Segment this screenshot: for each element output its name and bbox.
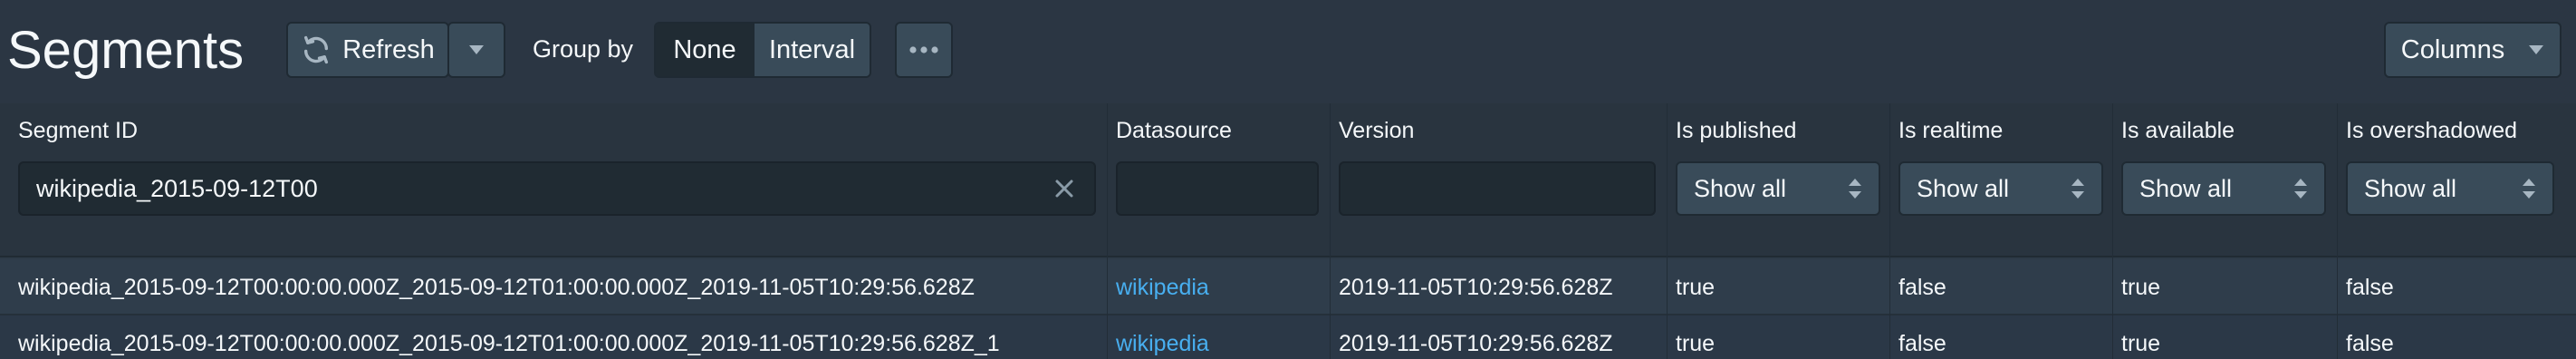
select-arrows-icon (2071, 177, 2085, 200)
refresh-icon (301, 34, 332, 65)
column-header-is-overshadowed[interactable]: Is overshadowed (2346, 116, 2517, 145)
column-header-datasource[interactable]: Datasource (1116, 116, 1232, 145)
refresh-options-button[interactable] (447, 22, 505, 78)
is-overshadowed-cell: false (2346, 331, 2394, 356)
group-by-toggle: None Interval (654, 22, 871, 78)
column-header-version[interactable]: Version (1339, 116, 1414, 145)
is-available-filter-select[interactable]: Show all (2121, 161, 2326, 216)
group-by-none-button[interactable]: None (656, 24, 754, 76)
column-divider[interactable] (1667, 103, 1668, 359)
select-arrows-icon (1848, 177, 1862, 200)
is-published-cell: true (1676, 331, 1716, 356)
caret-down-icon (2528, 44, 2544, 55)
select-arrows-icon (2293, 177, 2308, 200)
is-realtime-filter-value: Show all (1917, 174, 2010, 202)
segment-id-cell: wikipedia_2015-09-12T00:00:00.000Z_2015-… (18, 331, 1000, 356)
more-actions-button[interactable] (895, 22, 953, 78)
is-published-cell: true (1676, 275, 1716, 300)
page-title: Segments (7, 21, 245, 80)
segments-table: Segment ID Datasource Version Is publish… (0, 103, 2576, 359)
column-header-segment-id[interactable]: Segment ID (18, 116, 138, 145)
version-cell: 2019-11-05T10:29:56.628Z (1339, 275, 1613, 300)
datasource-filter-input[interactable] (1116, 161, 1319, 216)
select-arrows-icon (2522, 177, 2536, 200)
segment-id-filter-value: wikipedia_2015-09-12T00 (36, 174, 318, 202)
group-by-interval-button[interactable]: Interval (754, 24, 870, 76)
segments-view: Segments Refresh Group by None Interval (0, 0, 2576, 359)
column-header-is-published[interactable]: Is published (1676, 116, 1796, 145)
column-header-is-available[interactable]: Is available (2121, 116, 2235, 145)
is-overshadowed-filter-value: Show all (2364, 174, 2457, 202)
is-published-filter-select[interactable]: Show all (1676, 161, 1880, 216)
table-header: Segment ID Datasource Version Is publish… (0, 103, 2576, 257)
column-divider[interactable] (1330, 103, 1331, 359)
caret-down-icon (468, 44, 485, 55)
column-header-is-realtime[interactable]: Is realtime (1898, 116, 2003, 145)
column-divider[interactable] (1107, 103, 1108, 359)
is-available-cell: true (2121, 275, 2161, 300)
table-row[interactable]: wikipedia_2015-09-12T00:00:00.000Z_2015-… (0, 259, 2576, 315)
refresh-button[interactable]: Refresh (286, 22, 449, 78)
datasource-link[interactable]: wikipedia (1116, 315, 1209, 359)
clear-filter-icon[interactable] (1051, 175, 1078, 202)
column-divider[interactable] (2337, 103, 2338, 359)
segment-id-filter-input[interactable]: wikipedia_2015-09-12T00 (18, 161, 1096, 216)
columns-label: Columns (2400, 34, 2505, 64)
group-by-label: Group by (533, 35, 634, 63)
is-realtime-filter-select[interactable]: Show all (1898, 161, 2103, 216)
header-bar: Segments Refresh Group by None Interval (0, 0, 2576, 103)
table-row[interactable]: wikipedia_2015-09-12T00:00:00.000Z_2015-… (0, 315, 2576, 359)
is-realtime-cell: false (1898, 331, 1946, 356)
segment-id-cell: wikipedia_2015-09-12T00:00:00.000Z_2015-… (18, 275, 975, 300)
column-divider[interactable] (1889, 103, 1890, 359)
datasource-link[interactable]: wikipedia (1116, 259, 1209, 315)
is-available-filter-value: Show all (2139, 174, 2233, 202)
columns-button[interactable]: Columns (2384, 22, 2562, 78)
is-overshadowed-cell: false (2346, 275, 2394, 300)
is-overshadowed-filter-select[interactable]: Show all (2346, 161, 2554, 216)
version-cell: 2019-11-05T10:29:56.628Z (1339, 331, 1613, 356)
refresh-label: Refresh (342, 34, 435, 64)
is-available-cell: true (2121, 331, 2161, 356)
ellipsis-icon (908, 45, 939, 54)
column-divider[interactable] (2112, 103, 2113, 359)
is-published-filter-value: Show all (1694, 174, 1787, 202)
version-filter-input[interactable] (1339, 161, 1656, 216)
is-realtime-cell: false (1898, 275, 1946, 300)
